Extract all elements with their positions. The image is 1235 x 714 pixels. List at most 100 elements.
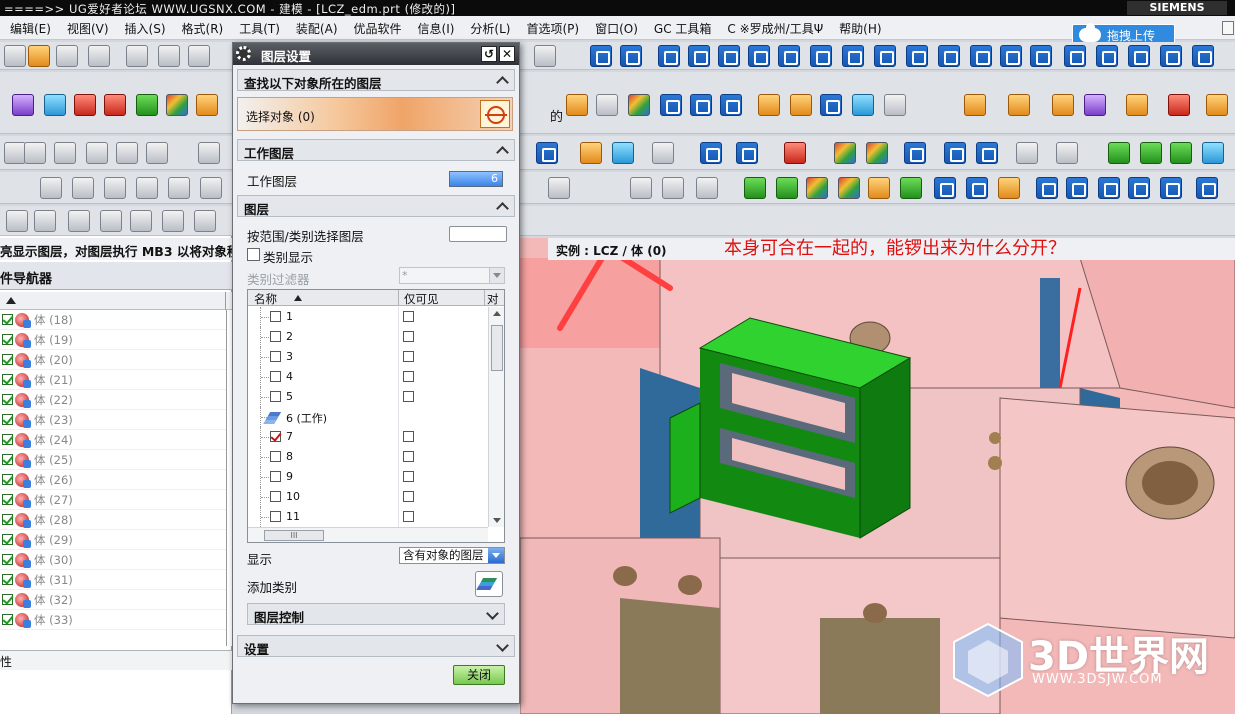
view-icon-3[interactable] [658, 45, 680, 67]
analysis-icon-3[interactable] [866, 142, 888, 164]
view-icon-14[interactable] [1000, 45, 1022, 67]
crosshair-icon[interactable] [480, 100, 510, 128]
color-icon-3[interactable] [868, 177, 890, 199]
assembly-icon-7[interactable] [1206, 94, 1228, 116]
view-icon-18[interactable] [1128, 45, 1150, 67]
layer-visible-checkbox[interactable] [270, 331, 281, 342]
snap-icon-5[interactable] [130, 210, 152, 232]
layer-row[interactable]: 3 [248, 347, 488, 367]
paste-icon[interactable] [188, 45, 210, 67]
visibility-checkbox[interactable] [2, 314, 13, 325]
curve-icon-1[interactable] [40, 177, 62, 199]
view-icon-8[interactable] [810, 45, 832, 67]
view-icon-13[interactable] [970, 45, 992, 67]
visibility-checkbox[interactable] [2, 574, 13, 585]
dialog-title-bar[interactable]: 图层设置 ↺ ✕ [233, 43, 519, 65]
navigator-row[interactable]: 体 (27) [0, 490, 232, 510]
menu-item[interactable]: 视图(V) [59, 20, 117, 37]
view-icon-16[interactable] [1064, 45, 1086, 67]
visible-only-checkbox[interactable] [403, 391, 414, 402]
analysis-icon-1[interactable] [784, 142, 806, 164]
cut-icon[interactable] [126, 45, 148, 67]
view-icon-9[interactable] [842, 45, 864, 67]
visibility-checkbox[interactable] [2, 354, 13, 365]
layer-visible-checkbox[interactable] [270, 311, 281, 322]
column-object-header[interactable]: 对 [487, 291, 499, 307]
section-layer-control[interactable]: 图层控制 [247, 603, 505, 625]
edit-icon-3[interactable] [662, 177, 684, 199]
assembly-icon-5[interactable] [1126, 94, 1148, 116]
surface-icon-2[interactable] [596, 94, 618, 116]
layer-row[interactable]: 4 [248, 367, 488, 387]
visible-only-checkbox[interactable] [403, 351, 414, 362]
visible-only-checkbox[interactable] [403, 311, 414, 322]
sketch-icon-6[interactable] [146, 142, 168, 164]
feature-icon-5[interactable] [136, 94, 158, 116]
work-layer-input[interactable]: 6 [449, 171, 503, 187]
name-icon[interactable] [1160, 177, 1182, 199]
add-category-button[interactable] [475, 571, 503, 597]
layer-visible-checkbox[interactable] [270, 471, 281, 482]
measure-icon[interactable] [1056, 142, 1078, 164]
visibility-checkbox[interactable] [2, 494, 13, 505]
color-icon-1[interactable] [806, 177, 828, 199]
layer-row[interactable]: 6 (工作) [248, 407, 488, 427]
mold-icon-1[interactable] [758, 94, 780, 116]
color-icon-2[interactable] [838, 177, 860, 199]
navigator-row[interactable]: 体 (25) [0, 450, 232, 470]
color-icon-4[interactable] [900, 177, 922, 199]
info-icon[interactable] [534, 45, 556, 67]
category-display-checkbox[interactable] [247, 248, 260, 261]
solid-icon-3[interactable] [612, 142, 634, 164]
menu-item[interactable]: 信息(I) [410, 20, 463, 37]
feature-icon-1[interactable] [12, 94, 34, 116]
section-layers[interactable]: 图层 [237, 195, 515, 217]
view-icon-17[interactable] [1096, 45, 1118, 67]
layer-row[interactable]: 10 [248, 487, 488, 507]
display-select[interactable]: 含有对象的图层 [399, 547, 505, 564]
assembly-icon-6[interactable] [1168, 94, 1190, 116]
navigator-row[interactable]: 体 (33) [0, 610, 232, 630]
analysis-icon-4[interactable] [904, 142, 926, 164]
visible-only-checkbox[interactable] [403, 491, 414, 502]
solid-icon-4[interactable] [652, 142, 674, 164]
layer-visible-checkbox[interactable] [270, 391, 281, 402]
navigator-row[interactable]: 体 (18) [0, 310, 232, 330]
navigator-row[interactable]: 体 (23) [0, 410, 232, 430]
scroll-thumb[interactable] [491, 325, 503, 371]
assembly-icon-3[interactable] [1052, 94, 1074, 116]
navigator-row[interactable]: 体 (28) [0, 510, 232, 530]
render-icon-4[interactable] [1202, 142, 1224, 164]
snap-icon-1[interactable] [6, 210, 28, 232]
visibility-checkbox[interactable] [2, 454, 13, 465]
surface-icon-3[interactable] [628, 94, 650, 116]
layer-visible-checkbox[interactable] [270, 371, 281, 382]
layer-row[interactable]: 8 [248, 447, 488, 467]
wcs-icon-5[interactable] [1196, 177, 1218, 199]
circle-icon[interactable] [136, 177, 158, 199]
wcs-icon-2[interactable] [1066, 177, 1088, 199]
layer-row[interactable]: 11 [248, 507, 488, 527]
solid-icon-6[interactable] [736, 142, 758, 164]
visibility-checkbox[interactable] [2, 414, 13, 425]
navigator-row[interactable]: 体 (31) [0, 570, 232, 590]
view-icon-15[interactable] [1030, 45, 1052, 67]
chamfer-icon[interactable] [200, 177, 222, 199]
mold-icon-2[interactable] [790, 94, 812, 116]
menu-item[interactable]: 分析(L) [462, 20, 518, 37]
move-up-icon[interactable] [744, 177, 766, 199]
restore-window-button[interactable] [1222, 21, 1234, 35]
wcs-icon-4[interactable] [1128, 177, 1150, 199]
menu-item[interactable]: C ※罗成州/工具Ψ [719, 20, 831, 37]
chevron-down-icon[interactable] [488, 548, 504, 563]
menu-item[interactable]: 窗口(O) [587, 20, 646, 37]
menu-item[interactable]: 装配(A) [288, 20, 346, 37]
scroll-up-icon[interactable] [493, 311, 501, 316]
sketch-icon-2[interactable] [24, 142, 46, 164]
assembly-icon-2[interactable] [1008, 94, 1030, 116]
view-icon-11[interactable] [906, 45, 928, 67]
abs-icon-1[interactable] [934, 177, 956, 199]
edit-icon-4[interactable] [696, 177, 718, 199]
navigator-row[interactable]: 体 (30) [0, 550, 232, 570]
mold-icon-5[interactable] [884, 94, 906, 116]
